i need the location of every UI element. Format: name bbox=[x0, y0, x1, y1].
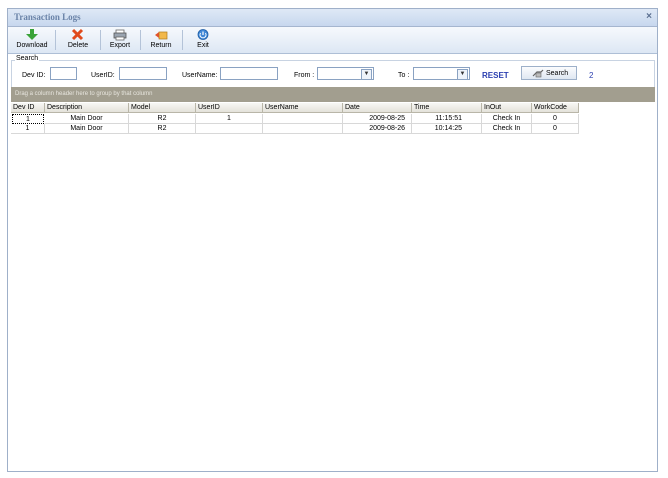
cell-user-id[interactable]: 1 bbox=[196, 114, 263, 124]
cell-dev-id[interactable]: 1 bbox=[11, 124, 45, 134]
cell-in-out[interactable]: Check In bbox=[482, 124, 532, 134]
cell-in-out[interactable]: Check In bbox=[482, 114, 532, 124]
export-label: Export bbox=[109, 42, 131, 49]
user-name-input[interactable] bbox=[220, 67, 278, 80]
column-header-model[interactable]: Model bbox=[129, 103, 196, 113]
transaction-logs-window: Transaction Logs × Download Delete Expor… bbox=[7, 8, 658, 472]
return-button[interactable]: Return bbox=[145, 27, 177, 53]
user-id-input[interactable] bbox=[119, 67, 167, 80]
to-label: To : bbox=[398, 72, 410, 79]
to-date-select[interactable]: ▼ bbox=[413, 67, 470, 80]
column-header-in-out[interactable]: InOut bbox=[482, 103, 532, 113]
delete-icon bbox=[71, 28, 84, 41]
column-header-description[interactable]: Description bbox=[45, 103, 129, 113]
search-button[interactable]: Search bbox=[521, 66, 577, 80]
dev-id-label: Dev ID: bbox=[22, 72, 46, 79]
user-id-label: UserID: bbox=[91, 72, 115, 79]
column-header-work-code[interactable]: WorkCode bbox=[532, 103, 579, 113]
search-legend: Search bbox=[15, 55, 40, 62]
group-by-hint: Drag a column header here to group by th… bbox=[15, 91, 153, 97]
cell-time[interactable]: 10:14:25 bbox=[412, 124, 482, 134]
delete-label: Delete bbox=[67, 42, 89, 49]
toolbar-separator bbox=[182, 30, 183, 50]
cell-work-code[interactable]: 0 bbox=[532, 114, 579, 124]
exit-button[interactable]: Exit bbox=[188, 27, 218, 53]
transaction-grid: Dev ID Description Model UserID UserName… bbox=[11, 103, 655, 471]
column-header-dev-id[interactable]: Dev ID bbox=[11, 103, 45, 113]
column-header-user-id[interactable]: UserID bbox=[196, 103, 263, 113]
chevron-down-icon[interactable]: ▼ bbox=[457, 69, 468, 80]
cell-user-id[interactable] bbox=[196, 124, 263, 134]
from-label: From : bbox=[294, 72, 315, 79]
column-header-user-name[interactable]: UserName bbox=[263, 103, 343, 113]
toolbar-separator bbox=[55, 30, 56, 50]
close-icon[interactable]: × bbox=[646, 11, 652, 22]
cell-user-name[interactable] bbox=[263, 124, 343, 134]
search-panel: Search Dev ID: UserID: UserName: From : … bbox=[11, 55, 655, 89]
return-icon bbox=[155, 31, 168, 40]
export-button[interactable]: Export bbox=[105, 27, 135, 53]
title-bar: Transaction Logs × bbox=[8, 9, 657, 27]
result-count: 2 bbox=[589, 71, 594, 80]
cell-model[interactable]: R2 bbox=[129, 114, 196, 124]
cell-date[interactable]: 2009-08-25 bbox=[343, 114, 412, 124]
delete-button[interactable]: Delete bbox=[60, 27, 96, 53]
user-name-label: UserName: bbox=[182, 72, 218, 79]
printer-icon bbox=[113, 29, 127, 41]
from-date-select[interactable]: ▼ bbox=[317, 67, 374, 80]
cell-user-name[interactable] bbox=[263, 114, 343, 124]
download-label: Download bbox=[16, 42, 48, 49]
dev-id-input[interactable] bbox=[50, 67, 77, 80]
search-icon bbox=[532, 69, 544, 78]
toolbar-separator bbox=[100, 30, 101, 50]
toolbar: Download Delete Export Return Exit bbox=[8, 27, 657, 54]
download-button[interactable]: Download bbox=[12, 27, 52, 53]
reset-button[interactable]: RESET bbox=[482, 71, 509, 80]
column-header-time[interactable]: Time bbox=[412, 103, 482, 113]
cell-time[interactable]: 11:15:51 bbox=[412, 114, 482, 124]
chevron-down-icon[interactable]: ▼ bbox=[361, 69, 372, 80]
download-icon bbox=[26, 29, 38, 40]
cell-dev-id[interactable]: 1 bbox=[12, 114, 44, 124]
group-by-panel[interactable]: Drag a column header here to group by th… bbox=[11, 87, 655, 102]
cell-date[interactable]: 2009-08-26 bbox=[343, 124, 412, 134]
cell-model[interactable]: R2 bbox=[129, 124, 196, 134]
search-button-label: Search bbox=[546, 70, 569, 77]
column-header-date[interactable]: Date bbox=[343, 103, 412, 113]
cell-description[interactable]: Main Door bbox=[45, 124, 129, 134]
cell-work-code[interactable]: 0 bbox=[532, 124, 579, 134]
return-label: Return bbox=[150, 42, 172, 49]
window-title: Transaction Logs bbox=[14, 12, 81, 22]
toolbar-separator bbox=[140, 30, 141, 50]
cell-description[interactable]: Main Door bbox=[45, 114, 129, 124]
exit-icon bbox=[197, 29, 209, 40]
exit-label: Exit bbox=[197, 42, 209, 49]
